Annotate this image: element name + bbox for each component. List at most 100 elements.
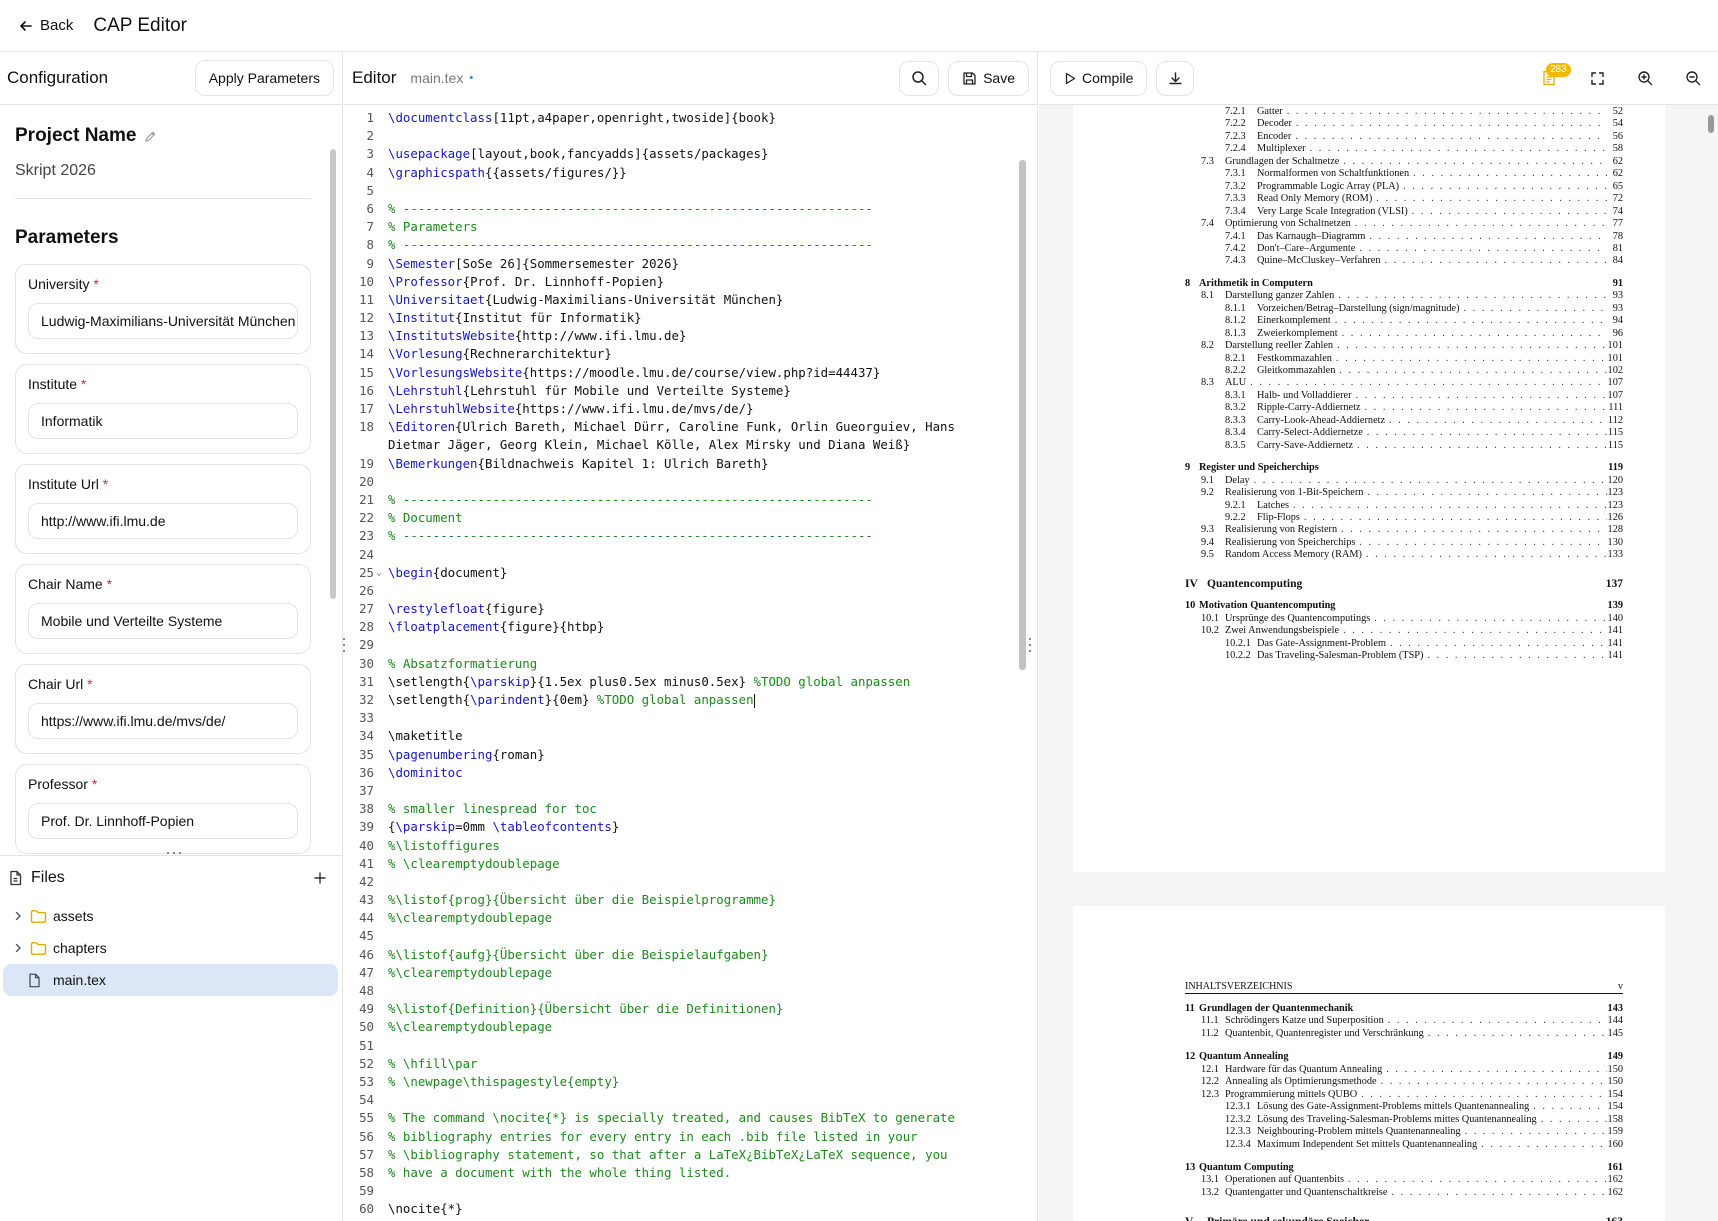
code-line[interactable]: 30 % Absatzformatierung (344, 655, 1038, 673)
tree-item-main-tex[interactable]: main.tex (3, 964, 338, 996)
code-line[interactable]: 41 % \clearemptydoublepage (344, 855, 1038, 873)
fold-marker[interactable] (374, 291, 384, 309)
code-line[interactable]: 5 (344, 182, 1038, 200)
toc-entry[interactable]: 11.2 Quantenbit, Quantenregister und Vers… (1185, 1028, 1623, 1039)
institute-url-input[interactable]: http://www.ifi.lmu.de (28, 503, 298, 539)
toc-entry[interactable]: IVQuantencomputing. . . . . . . . . . . … (1185, 578, 1623, 590)
fold-marker[interactable] (374, 1128, 384, 1146)
fold-marker[interactable] (374, 509, 384, 527)
code-line[interactable]: 20 (344, 473, 1038, 491)
code-line[interactable]: 27 \restylefloat{figure} (344, 600, 1038, 618)
code-line[interactable]: 34 \maketitle (344, 727, 1038, 745)
fold-marker[interactable] (374, 1146, 384, 1164)
fold-marker[interactable] (374, 546, 384, 564)
toc-entry[interactable]: 12Quantum Annealing. . . . . . . . . . .… (1185, 1051, 1623, 1062)
apply-parameters-button[interactable]: Apply Parameters (194, 60, 334, 96)
code-line[interactable]: 25 ⌄ \begin{document} (344, 564, 1038, 582)
code-line[interactable]: 33 (344, 709, 1038, 727)
code-line[interactable]: 21 % ------------------------------------… (344, 491, 1038, 509)
fullscreen-button[interactable] (1580, 61, 1614, 96)
toc-entry[interactable]: 12.3.4 Maximum Independent Set mittels Qu… (1185, 1139, 1623, 1150)
code-line[interactable]: 52 % \hfill\par (344, 1055, 1038, 1073)
fold-marker[interactable] (374, 746, 384, 764)
fold-marker[interactable] (374, 418, 384, 436)
fold-marker[interactable] (374, 837, 384, 855)
fold-marker[interactable] (374, 855, 384, 873)
toc-entry[interactable]: 7.3.3 Read Only Memory (ROM). . . . . . .… (1185, 193, 1623, 204)
code-line[interactable]: 15 \VorlesungsWebsite{https://moodle.lmu.… (344, 364, 1038, 382)
fold-marker[interactable] (374, 600, 384, 618)
toc-entry[interactable]: 12.3.1 Lösung des Gate-Assignment-Problem… (1185, 1101, 1623, 1112)
code-line[interactable]: 55 % The command \nocite{*} is specially … (344, 1109, 1038, 1127)
toc-entry[interactable]: 8.2.1 Festkommazahlen. . . . . . . . . . … (1185, 353, 1623, 364)
fold-marker[interactable] (374, 1000, 384, 1018)
fold-marker[interactable] (374, 436, 384, 454)
toc-entry[interactable]: 8Arithmetik in Computern. . . . . . . . … (1185, 278, 1623, 289)
code-line[interactable]: 18 \Editoren{Ulrich Bareth, Michael Dürr,… (344, 418, 1038, 436)
toc-entry[interactable]: 12.1 Hardware für das Quantum Annealing. … (1185, 1064, 1623, 1075)
code-line[interactable]: 44 %\clearemptydoublepage (344, 909, 1038, 927)
toc-entry[interactable]: 8.1.1 Vorzeichen/Betrag–Darstellung (sign… (1185, 303, 1623, 314)
fold-marker[interactable] (374, 764, 384, 782)
chevron-right-icon[interactable] (12, 942, 24, 954)
fold-marker[interactable] (374, 891, 384, 909)
fold-marker[interactable] (374, 1164, 384, 1182)
toc-entry[interactable]: 12.2 Annealing als Optimierungsmethode. .… (1185, 1076, 1623, 1087)
fold-marker[interactable] (374, 636, 384, 654)
toc-entry[interactable]: 12.3 Programmierung mittels QUBO. . . . .… (1185, 1089, 1623, 1100)
toc-entry[interactable]: 7.2.4 Multiplexer. . . . . . . . . . . . … (1185, 143, 1623, 154)
fold-marker[interactable] (374, 164, 384, 182)
code-line[interactable]: 53 % \newpage\thispagestyle{empty} (344, 1073, 1038, 1091)
code-line[interactable]: 42 (344, 873, 1038, 891)
toc-entry[interactable]: 13Quantum Computing. . . . . . . . . . .… (1185, 1162, 1623, 1173)
toc-entry[interactable]: 7.4.1 Das Karnaugh–Diagramm. . . . . . . … (1185, 231, 1623, 242)
code-line[interactable]: 51 (344, 1037, 1038, 1055)
fold-marker[interactable] (374, 327, 384, 345)
fold-marker[interactable] (374, 1018, 384, 1036)
pdf-viewer[interactable]: 7.2.1 Gatter . . . . . . . . . . . . . . .… (1039, 105, 1718, 1221)
code-line[interactable]: 57 % \bibliography statement, so that aft… (344, 1146, 1038, 1164)
university-input[interactable]: Ludwig-Maximilians-Universität München (28, 303, 298, 339)
fold-marker[interactable] (374, 255, 384, 273)
toc-entry[interactable]: 8.3.1 Halb- und Volladdierer. . . . . . .… (1185, 390, 1623, 401)
toc-entry[interactable]: 8.1 Darstellung ganzer Zahlen. . . . . . … (1185, 290, 1623, 301)
zoom-in-button[interactable] (1628, 61, 1662, 96)
fold-marker[interactable] (374, 909, 384, 927)
code-line[interactable]: 36 \dominitoc (344, 764, 1038, 782)
log-button[interactable]: 283 (1532, 61, 1571, 96)
code-line[interactable]: 1 \documentclass[11pt,a4paper,openright,t… (344, 109, 1038, 127)
fold-marker[interactable] (374, 382, 384, 400)
pencil-icon[interactable] (144, 130, 157, 143)
search-button[interactable] (899, 60, 940, 96)
code-line[interactable]: 22 % Document (344, 509, 1038, 527)
preview-scrollbar[interactable] (1708, 115, 1714, 133)
code-line[interactable]: 50 %\clearemptydoublepage (344, 1018, 1038, 1036)
code-line[interactable]: 7 % Parameters (344, 218, 1038, 236)
fold-marker[interactable] (374, 727, 384, 745)
code-line[interactable]: 58 % have a document with the whole thing… (344, 1164, 1038, 1182)
toc-entry[interactable]: 7.4.2 Don't–Care–Argumente. . . . . . . .… (1185, 243, 1623, 254)
fold-marker[interactable] (374, 1073, 384, 1091)
toc-entry[interactable]: 9.2.2 Flip-Flops. . . . . . . . . . . . .… (1185, 512, 1623, 523)
toc-entry[interactable]: 7.4.3 Quine–McCluskey–Verfahren. . . . . … (1185, 255, 1623, 266)
code-line[interactable]: 11 \Universitaet{Ludwig-Maximilians-Unive… (344, 291, 1038, 309)
toc-entry[interactable]: 7.3.4 Very Large Scale Integration (VLSI)… (1185, 206, 1623, 217)
fold-marker[interactable] (374, 236, 384, 254)
toc-entry[interactable]: 10.2.2 Das Traveling-Salesman-Problem (TS… (1185, 650, 1623, 661)
code-line[interactable]: 47 %\clearemptydoublepage (344, 964, 1038, 982)
code-line[interactable]: 35 \pagenumbering{roman} (344, 746, 1038, 764)
fold-marker[interactable] (374, 1091, 384, 1109)
fold-marker[interactable] (374, 345, 384, 363)
fold-marker[interactable] (374, 473, 384, 491)
toc-entry[interactable]: 8.1.3 Zweierkomplement. . . . . . . . . .… (1185, 328, 1623, 339)
code-line[interactable]: 24 (344, 546, 1038, 564)
code-line[interactable]: 28 \floatplacement{figure}{htbp} (344, 618, 1038, 636)
fold-marker[interactable] (374, 1037, 384, 1055)
fold-marker[interactable] (374, 455, 384, 473)
fold-marker[interactable] (374, 109, 384, 127)
fold-marker[interactable] (374, 964, 384, 982)
code-line[interactable]: 56 % bibliography entries for every entry… (344, 1128, 1038, 1146)
code-line[interactable]: 19 \Bemerkungen{Bildnachweis Kapitel 1: U… (344, 455, 1038, 473)
code-line[interactable]: 54 (344, 1091, 1038, 1109)
toc-entry[interactable]: 10.1 Ursprünge des Quantencomputings. . .… (1185, 613, 1623, 624)
